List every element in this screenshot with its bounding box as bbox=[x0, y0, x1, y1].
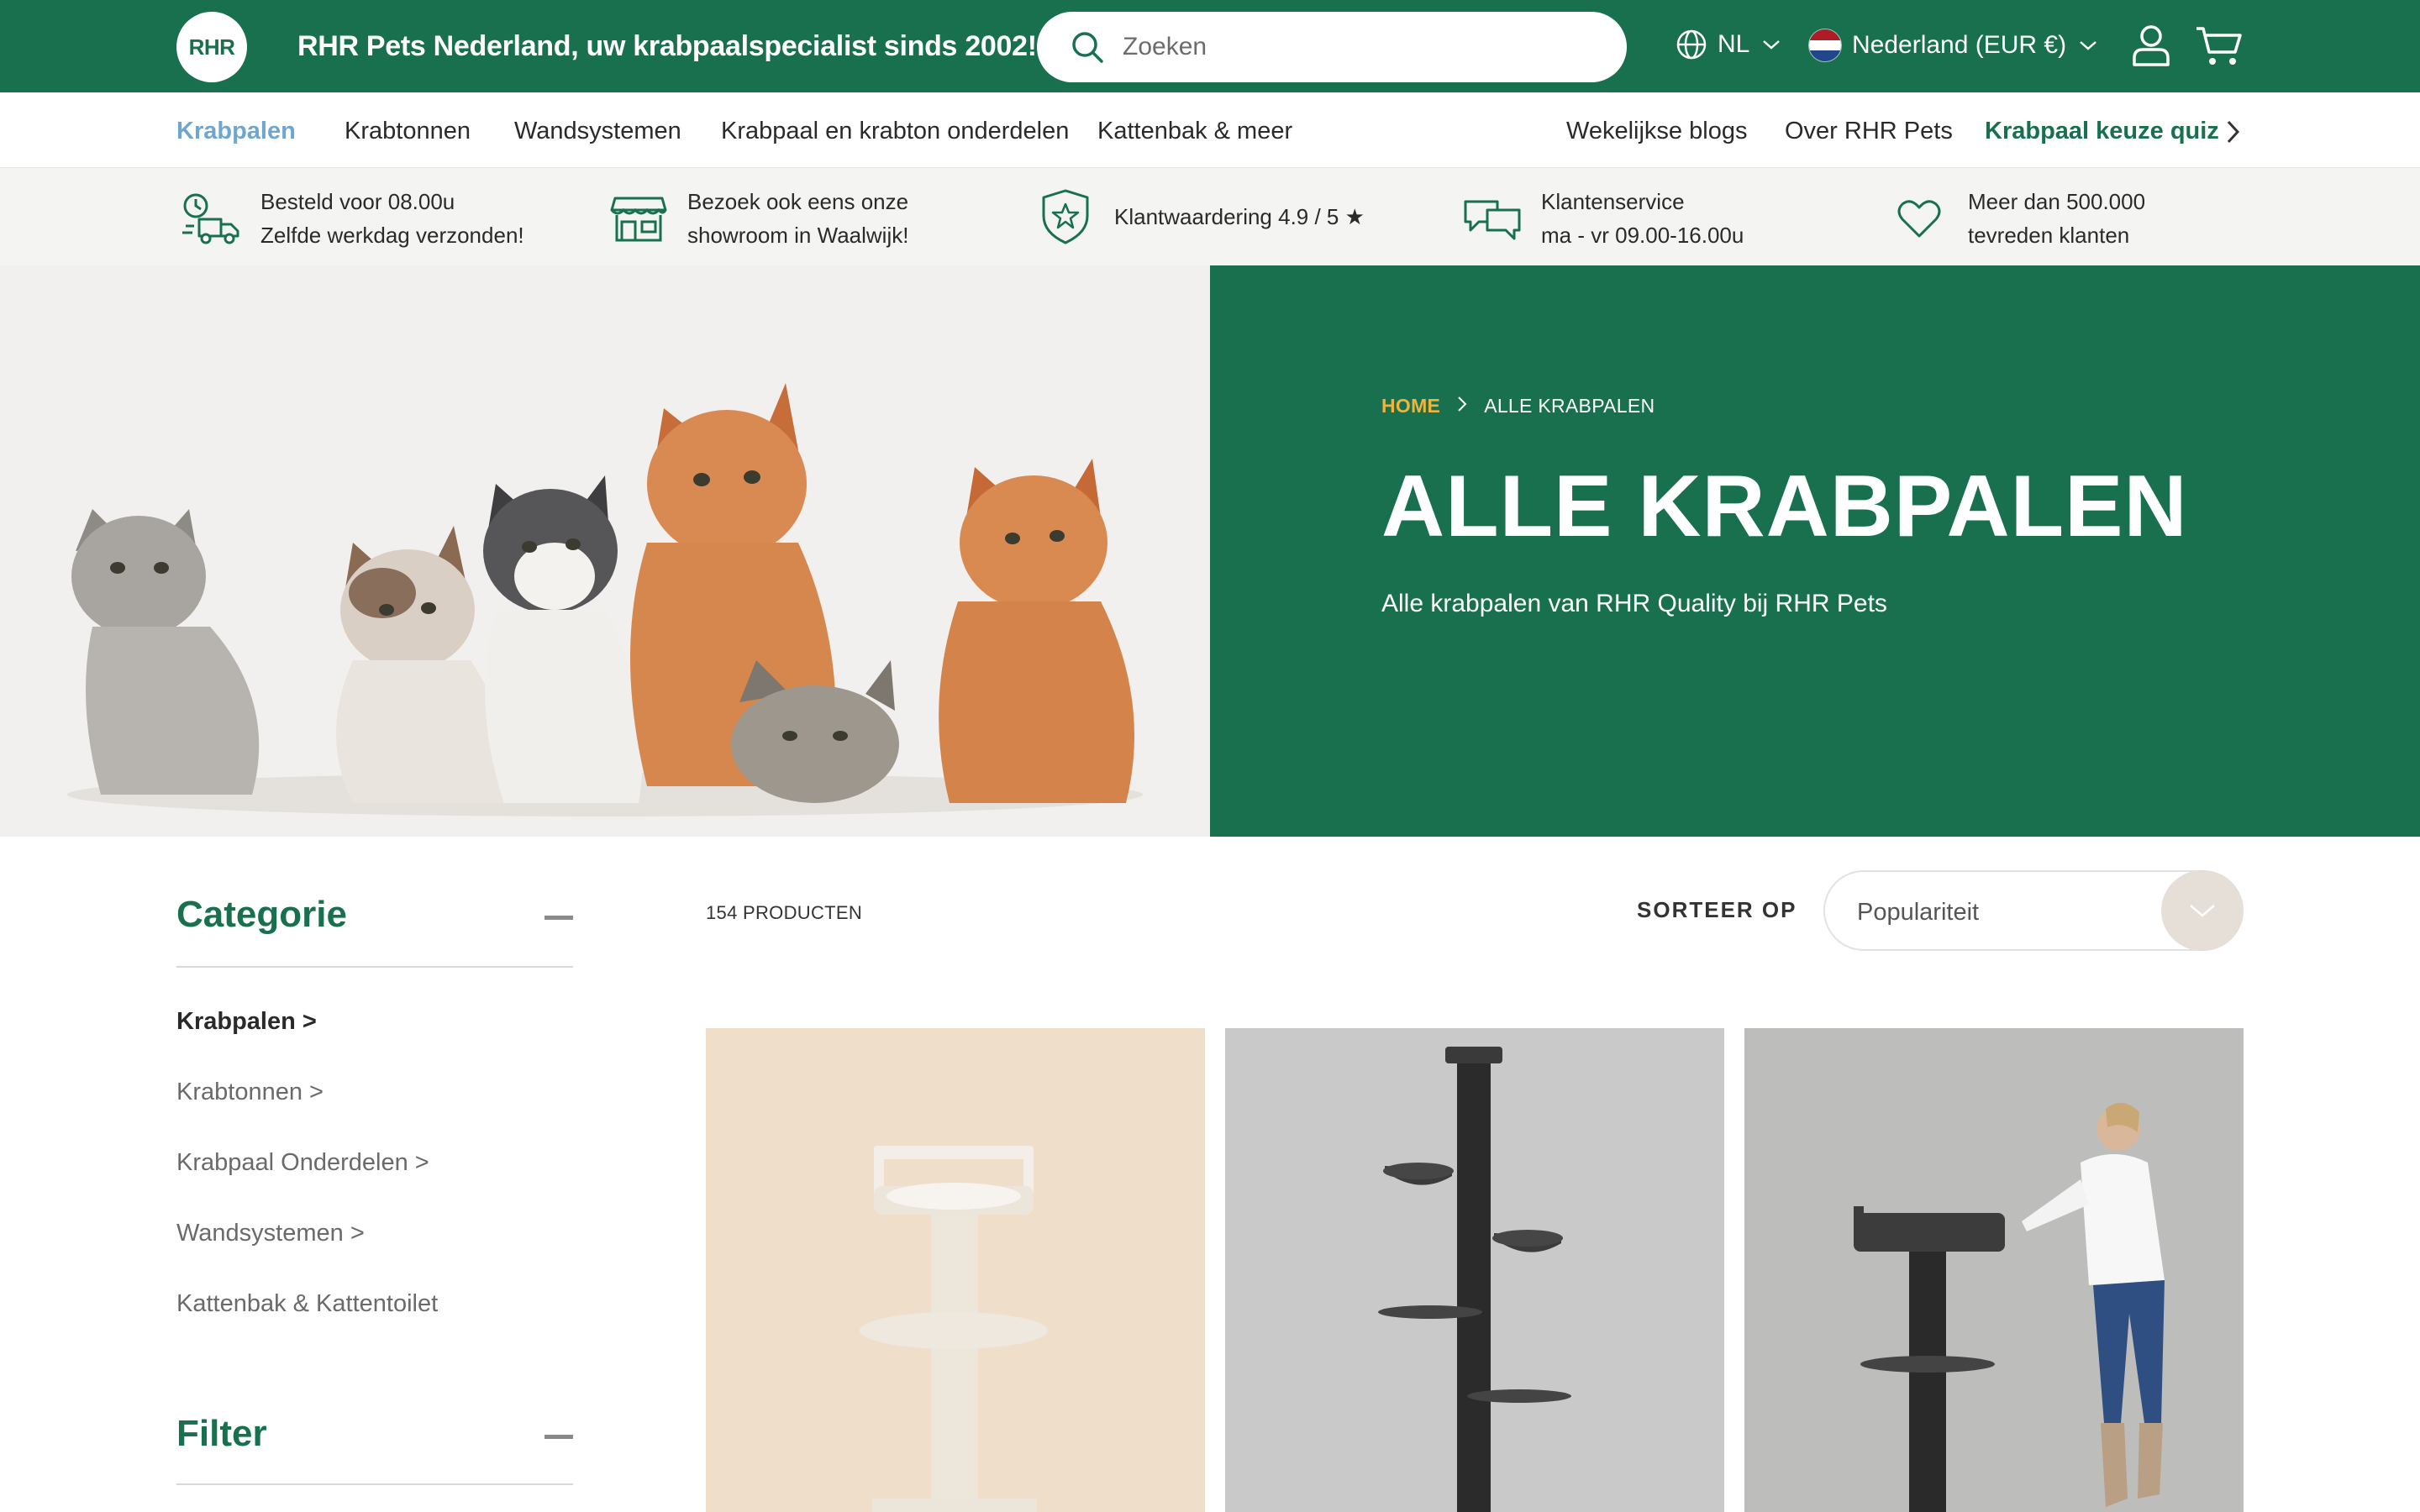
divider bbox=[176, 966, 573, 968]
product-card[interactable] bbox=[706, 1028, 1205, 1512]
usp-item-rating: Klantwaardering 4.9 / 5 ★ bbox=[1034, 185, 1365, 249]
sort-label: SORTEER OP bbox=[1637, 897, 1797, 922]
usp-line: Besteld voor 08.00u bbox=[260, 189, 455, 214]
main-navigation: Krabpalen Krabtonnen Wandsystemen Krabpa… bbox=[0, 92, 2420, 168]
store-icon bbox=[607, 186, 671, 250]
nav-item-over[interactable]: Over RHR Pets bbox=[1785, 118, 1953, 145]
cart-icon[interactable] bbox=[2195, 25, 2244, 67]
product-image[interactable] bbox=[706, 1028, 1205, 1512]
collapse-minus-icon[interactable] bbox=[544, 1435, 573, 1439]
globe-icon bbox=[1676, 29, 1707, 60]
language-selector[interactable]: NL bbox=[1676, 29, 1781, 60]
category-heading[interactable]: Categorie bbox=[176, 894, 347, 936]
top-header: RHR RHR Pets Nederland, uw krabpaalspeci… bbox=[0, 0, 2420, 92]
chevron-right-icon[interactable] bbox=[2225, 119, 2240, 144]
search-input[interactable] bbox=[1123, 33, 1593, 61]
country-label: Nederland (EUR €) bbox=[1852, 31, 2067, 59]
nav-item-krabpalen[interactable]: Krabpalen bbox=[176, 118, 296, 145]
breadcrumb: HOME ALLE KRABPALEN bbox=[1381, 395, 1655, 417]
sort-value: Populariteit bbox=[1857, 899, 1980, 926]
sort-dropdown-button[interactable] bbox=[2161, 870, 2244, 951]
page-subtitle: Alle krabpalen van RHR Quality bij RHR P… bbox=[1381, 590, 1887, 617]
category-item-krabtonnen[interactable]: Krabtonnen > bbox=[176, 1079, 324, 1106]
nav-item-quiz[interactable]: Krabpaal keuze quiz bbox=[1985, 118, 2219, 145]
usp-bar: Besteld voor 08.00u Zelfde werkdag verzon… bbox=[0, 168, 2420, 265]
breadcrumb-current: ALLE KRABPALEN bbox=[1484, 395, 1655, 417]
flag-nl-icon bbox=[1808, 29, 1842, 62]
logo-text: RHR bbox=[188, 34, 235, 60]
usp-item-delivery: Besteld voor 08.00u Zelfde werkdag verzon… bbox=[180, 185, 524, 252]
search-bar[interactable] bbox=[1037, 12, 1627, 82]
divider bbox=[176, 1483, 573, 1485]
delivery-truck-icon bbox=[180, 186, 244, 250]
sort-select[interactable]: Populariteit bbox=[1823, 870, 2244, 951]
usp-line: Zelfde werkdag verzonden! bbox=[260, 223, 524, 248]
usp-item-service: Klantenservice ma - vr 09.00-16.00u bbox=[1460, 185, 1744, 252]
category-item-kattenbak[interactable]: Kattenbak & Kattentoilet bbox=[176, 1290, 438, 1318]
usp-line: ma - vr 09.00-16.00u bbox=[1541, 223, 1744, 248]
collapse-minus-icon[interactable] bbox=[544, 916, 573, 920]
chevron-right-icon bbox=[1457, 395, 1467, 417]
hero-image-kittens bbox=[0, 265, 1210, 837]
usp-line: Bezoek ook eens onze bbox=[687, 189, 909, 214]
usp-line: tevreden klanten bbox=[1968, 223, 2130, 248]
filter-heading[interactable]: Filter bbox=[176, 1413, 267, 1455]
usp-item-customers: Meer dan 500.000 tevreden klanten bbox=[1887, 185, 2145, 252]
product-card[interactable] bbox=[1225, 1028, 1724, 1512]
search-icon[interactable] bbox=[1069, 29, 1106, 66]
logo[interactable]: RHR bbox=[176, 12, 247, 82]
page-title: ALLE KRABPALEN bbox=[1381, 458, 2188, 555]
product-image[interactable] bbox=[1225, 1028, 1724, 1512]
chevron-down-icon bbox=[2080, 41, 2096, 50]
nav-item-onderdelen[interactable]: Krabpaal en krabton onderdelen bbox=[721, 118, 1069, 145]
chat-icon bbox=[1460, 186, 1524, 250]
star-shield-icon bbox=[1034, 185, 1097, 249]
usp-line: Klantenservice bbox=[1541, 189, 1685, 214]
nav-item-krabtonnen[interactable]: Krabtonnen bbox=[345, 118, 471, 145]
chevron-down-icon bbox=[2190, 905, 2215, 917]
nav-item-wandsystemen[interactable]: Wandsystemen bbox=[514, 118, 681, 145]
product-image[interactable] bbox=[1744, 1028, 2244, 1512]
product-card[interactable] bbox=[1744, 1028, 2244, 1512]
heart-icon bbox=[1887, 186, 1951, 250]
chevron-down-icon bbox=[1763, 40, 1781, 50]
category-item-onderdelen[interactable]: Krabpaal Onderdelen > bbox=[176, 1149, 429, 1177]
hero-banner: HOME ALLE KRABPALEN ALLE KRABPALEN Alle … bbox=[1210, 265, 2420, 837]
country-selector[interactable]: Nederland (EUR €) bbox=[1808, 29, 2098, 62]
nav-item-kattenbak[interactable]: Kattenbak & meer bbox=[1097, 118, 1292, 145]
nav-item-blogs[interactable]: Wekelijkse blogs bbox=[1566, 118, 1747, 145]
category-item-wandsystemen[interactable]: Wandsystemen > bbox=[176, 1220, 365, 1247]
user-icon[interactable] bbox=[2131, 24, 2171, 67]
usp-line: Klantwaardering 4.9 / 5 ★ bbox=[1114, 204, 1365, 229]
category-item-krabpalen[interactable]: Krabpalen > bbox=[176, 1008, 317, 1036]
usp-line: Meer dan 500.000 bbox=[1968, 189, 2146, 214]
product-count: 154 PRODUCTEN bbox=[706, 902, 863, 923]
usp-line: showroom in Waalwijk! bbox=[687, 223, 909, 248]
breadcrumb-home[interactable]: HOME bbox=[1381, 395, 1440, 417]
usp-item-showroom: Bezoek ook eens onze showroom in Waalwijk… bbox=[607, 185, 908, 252]
header-tagline: RHR Pets Nederland, uw krabpaalspecialis… bbox=[297, 30, 1037, 62]
language-label: NL bbox=[1718, 30, 1750, 58]
